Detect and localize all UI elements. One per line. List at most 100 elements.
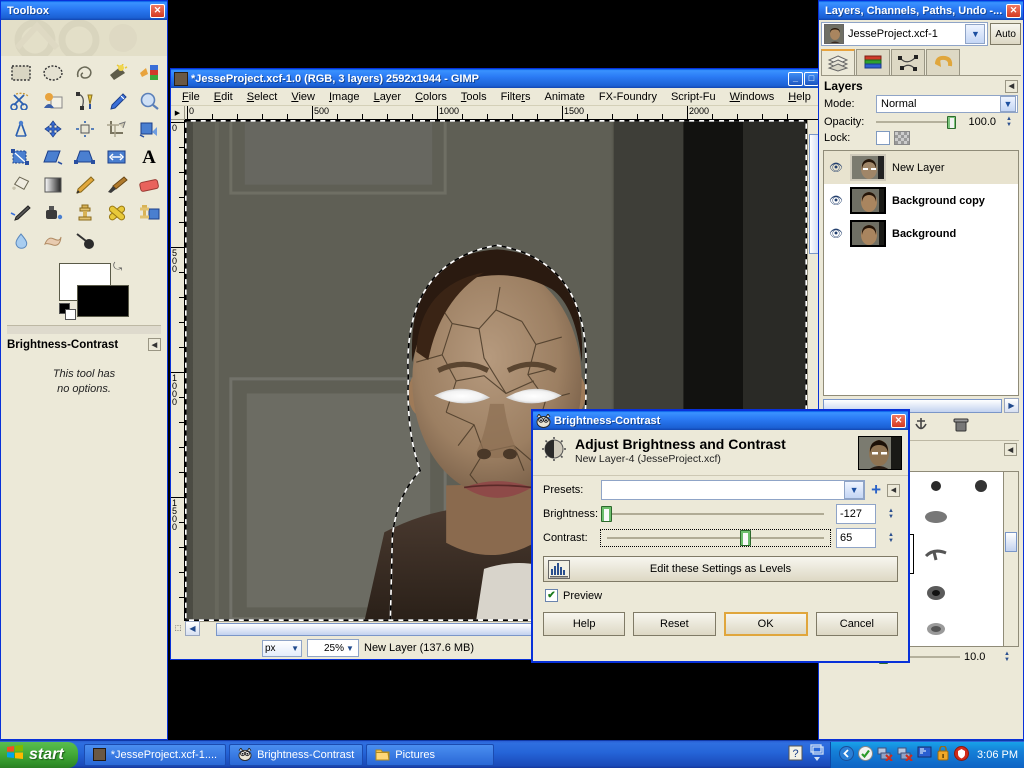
anchor-icon[interactable] — [912, 417, 930, 436]
taskbar-item-brightness-contrast[interactable]: Brightness-Contrast — [229, 743, 364, 766]
gimp-window-titlebar[interactable]: *JesseProject.xcf-1.0 (RGB, 3 layers) 25… — [171, 69, 821, 88]
layer-visibility-icon[interactable]: 👁 — [828, 161, 844, 174]
move-tool[interactable] — [37, 115, 69, 143]
free-select-tool[interactable] — [69, 59, 101, 87]
brightness-spinner[interactable]: ▲ ▼ — [882, 508, 900, 520]
brushes-scrollbar[interactable] — [1004, 471, 1019, 647]
menu-select[interactable]: Select — [240, 90, 285, 104]
measure-tool[interactable] — [5, 115, 37, 143]
tab-layers[interactable] — [821, 49, 855, 75]
chevron-down-icon[interactable]: ▼ — [965, 24, 986, 44]
help-icon[interactable]: ? — [788, 745, 804, 764]
collapse-icon[interactable]: ◀ — [1004, 443, 1017, 456]
check-shield-icon[interactable] — [858, 745, 874, 764]
table-row[interactable]: 👁 Background copy — [824, 184, 1018, 217]
rect-select-tool[interactable] — [5, 59, 37, 87]
menu-filters[interactable]: Filters — [494, 90, 538, 104]
brightness-slider[interactable] — [601, 506, 830, 522]
color-picker-tool[interactable] — [101, 87, 133, 115]
network-disconnected-icon[interactable] — [897, 746, 913, 764]
list-item[interactable] — [914, 472, 959, 501]
contrast-slider-knob[interactable] — [740, 530, 752, 546]
scale-tool[interactable] — [5, 143, 37, 171]
menu-script-fu[interactable]: Script-Fu — [664, 90, 723, 104]
edit-as-levels-button[interactable]: Edit these Settings as Levels — [543, 556, 898, 582]
foreground-select-tool[interactable] — [37, 87, 69, 115]
menu-colors[interactable]: Colors — [408, 90, 454, 104]
ruler-origin-button[interactable]: ▶ — [171, 106, 185, 120]
close-icon[interactable]: ✕ — [150, 3, 165, 18]
chevron-down-icon[interactable]: ▼ — [844, 481, 865, 499]
reset-colors-icon[interactable] — [59, 303, 76, 320]
list-item[interactable] — [958, 611, 1003, 646]
chevron-left-icon[interactable] — [839, 745, 855, 764]
layer-mode-select[interactable]: Normal ▼ — [876, 95, 1018, 113]
menu-layer[interactable]: Layer — [367, 90, 409, 104]
text-tool[interactable]: A — [133, 143, 165, 171]
minimize-icon[interactable]: _ — [788, 71, 803, 86]
tab-channels[interactable] — [856, 49, 890, 75]
flip-tool[interactable] — [101, 143, 133, 171]
blur-sharpen-tool[interactable] — [5, 227, 37, 255]
display-icon[interactable] — [917, 746, 932, 763]
menu-animate[interactable]: Animate — [538, 90, 592, 104]
security-shield-icon[interactable] — [954, 745, 970, 764]
contrast-slider[interactable] — [600, 529, 831, 547]
tab-undo-history[interactable] — [926, 49, 960, 75]
scroll-left-button[interactable]: ◀ — [185, 621, 200, 636]
list-item[interactable] — [958, 574, 1003, 611]
opacity-slider[interactable] — [876, 115, 956, 129]
list-item[interactable] — [914, 534, 959, 575]
fuzzy-select-tool[interactable] — [101, 59, 133, 87]
taskbar-item-gimp-image[interactable]: *JesseProject.xcf-1.... — [83, 743, 227, 766]
scroll-right-button[interactable]: ▶ — [1004, 398, 1019, 413]
maximize-icon[interactable]: □ — [804, 71, 819, 86]
background-color-swatch[interactable] — [77, 285, 129, 317]
menu-image[interactable]: Image — [322, 90, 367, 104]
rotate-tool[interactable] — [133, 115, 165, 143]
clone-tool[interactable] — [69, 199, 101, 227]
lock-alpha-checkbox[interactable] — [894, 131, 910, 145]
list-item[interactable] — [914, 574, 959, 611]
contrast-value-field[interactable]: 65 — [836, 528, 876, 548]
horizontal-ruler[interactable]: 0 500 1000 1500 2000 — [185, 106, 807, 120]
network-disconnected-icon[interactable] — [877, 746, 893, 764]
collapse-icon[interactable]: ◀ — [148, 338, 161, 351]
brightness-slider-knob[interactable] — [601, 506, 612, 522]
airbrush-tool[interactable] — [5, 199, 37, 227]
ok-button[interactable]: OK — [723, 612, 808, 636]
layer-visibility-icon[interactable]: 👁 — [828, 227, 844, 240]
taskbar-item-pictures[interactable]: Pictures — [366, 743, 495, 766]
vertical-ruler[interactable]: 0 500 1000 1500 — [171, 120, 185, 621]
eraser-tool[interactable] — [133, 171, 165, 199]
warning-icon[interactable] — [936, 744, 950, 764]
cancel-button[interactable]: Cancel — [815, 612, 898, 636]
brush-spacing-spinner[interactable]: ▲ ▼ — [998, 651, 1016, 663]
toolbox-titlebar[interactable]: Toolbox ✕ — [1, 1, 167, 20]
close-icon[interactable]: ✕ — [891, 413, 906, 428]
list-item[interactable] — [958, 472, 1003, 501]
ellipse-select-tool[interactable] — [37, 59, 69, 87]
zoom-tool[interactable] — [133, 87, 165, 115]
align-tool[interactable] — [69, 115, 101, 143]
auto-follow-button[interactable]: Auto — [990, 23, 1021, 45]
pencil-tool[interactable] — [69, 171, 101, 199]
menu-help[interactable]: Help — [781, 90, 818, 104]
brushes-scrollbar-thumb[interactable] — [1005, 532, 1017, 552]
menu-view[interactable]: View — [284, 90, 322, 104]
lock-pixels-checkbox[interactable] — [876, 131, 890, 145]
ink-tool[interactable] — [37, 199, 69, 227]
perspective-clone-tool[interactable] — [133, 199, 165, 227]
reset-button[interactable]: Reset — [633, 612, 716, 636]
quickmask-toggle-button[interactable]: ⬚ — [171, 621, 185, 635]
layers-list[interactable]: 👁 New Layer 👁 Background copy 👁 Backgrou… — [823, 150, 1019, 396]
bucket-fill-tool[interactable] — [5, 171, 37, 199]
zoom-selector[interactable]: 25% ▼ — [307, 639, 359, 657]
image-selector[interactable]: JesseProject.xcf-1 ▼ — [821, 22, 989, 46]
window-icon[interactable] — [810, 744, 824, 765]
list-item[interactable] — [914, 611, 959, 646]
smudge-tool[interactable] — [37, 227, 69, 255]
preview-checkbox[interactable]: ✔ — [545, 589, 558, 602]
gradient-tool[interactable] — [37, 171, 69, 199]
dodge-burn-tool[interactable] — [69, 227, 101, 255]
